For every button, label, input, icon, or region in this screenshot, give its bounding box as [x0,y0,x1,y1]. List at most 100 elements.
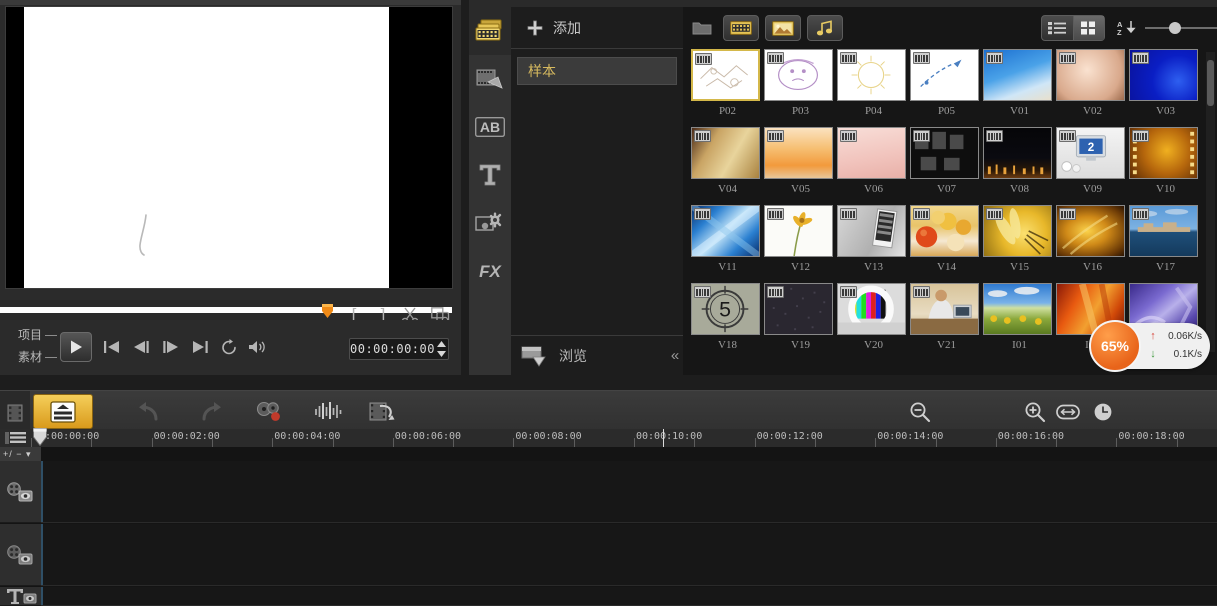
media-item-v11[interactable]: V11 [691,205,764,283]
timeline-playhead[interactable] [33,428,47,446]
media-item-v13[interactable]: V13 [837,205,910,283]
sidebar-ab-icon[interactable]: AB [469,103,511,151]
media-item-v04[interactable]: V04 [691,127,764,205]
media-item-v15[interactable]: V15 [983,205,1056,283]
track-add-remove-bar[interactable]: +/ − ▾ [0,447,41,461]
media-thumbnail [764,127,833,179]
title-track-1-lane[interactable] [41,587,1217,606]
svg-text:AB: AB [480,119,500,135]
show-duration-button[interactable] [1088,397,1118,427]
play-button[interactable] [60,332,92,362]
media-item-p04[interactable]: P04 [837,49,910,127]
preview-timecode-field[interactable]: 00:00:00:00 [349,338,449,360]
media-item-v06[interactable]: V06 [837,127,910,205]
sidebar-fx-icon[interactable]: FX [469,247,511,295]
video-track-2-header[interactable] [0,524,41,586]
audio-filter-icon[interactable] [807,15,843,41]
slider-knob[interactable] [1169,22,1181,34]
preview-stage[interactable] [5,6,453,289]
media-item-v01[interactable]: V01 [983,49,1056,127]
media-item-p05[interactable]: P05 [910,49,983,127]
timecode-stepper[interactable] [435,339,448,359]
media-item-v08[interactable]: V08 [983,127,1056,205]
media-item-v21[interactable]: V21 [910,283,983,361]
audio-mixer-button[interactable] [314,397,344,427]
sort-button[interactable]: A Z [1113,15,1139,41]
home-button[interactable] [100,337,124,357]
media-item-p03[interactable]: P03 [764,49,837,127]
image-filter-icon[interactable] [765,15,801,41]
media-item-v17[interactable]: V17 [1129,205,1202,283]
end-button[interactable] [188,337,212,357]
fit-project-button[interactable] [1053,397,1083,427]
video-track-1-lane[interactable] [41,461,1217,523]
picture-icon [772,21,794,36]
network-speed-widget[interactable]: 65% ↑ 0.06K/s ↓ 0.1K/s [1092,323,1210,369]
scrub-playhead[interactable] [321,304,334,318]
media-item-v14[interactable]: V14 [910,205,983,283]
media-item-v09[interactable]: 2V09 [1056,127,1129,205]
ruler-tick-mark [152,438,153,447]
repeat-button[interactable] [217,337,241,357]
batch-convert-button[interactable] [369,397,399,427]
media-item-v20[interactable]: V20 [837,283,910,361]
view-list-button[interactable] [1042,16,1073,40]
ruler-tick-mark [875,438,876,447]
sidebar-media-icon[interactable] [469,7,511,55]
mode-project-label: 项目 [18,328,42,342]
record-capture-button[interactable] [255,397,285,427]
zoom-out-button[interactable] [905,397,935,427]
media-item-v19[interactable]: V19 [764,283,837,361]
media-thumbnail [691,49,760,101]
sidebar-transition-icon[interactable] [469,55,511,103]
media-item-v07[interactable]: V07 [910,127,983,205]
video-filter-icon[interactable] [723,15,759,41]
folder-filter-icon[interactable] [687,15,717,41]
ruler-tick-label: 00:00:12:00 [757,431,823,442]
thumbnail-size-slider[interactable] [1145,21,1217,35]
track-manager-button[interactable] [0,429,31,447]
media-item-v18[interactable]: 5V18 [691,283,764,361]
media-item-label: V17 [1129,261,1202,273]
media-thumbnail [983,205,1052,257]
library-drag-strip[interactable] [469,0,1217,7]
volume-button[interactable] [246,337,270,357]
library-scrollbar[interactable] [1206,52,1215,352]
video-track-2-lane[interactable] [41,524,1217,586]
video-track-1-header[interactable] [0,461,41,523]
media-item-i01[interactable]: I01 [983,283,1056,361]
browse-row[interactable]: 浏览 [511,335,683,375]
timeline-corner-icon[interactable] [0,391,30,434]
media-item-p02[interactable]: P02 [691,49,764,127]
media-item-label: V11 [691,261,764,273]
folder-item-sample[interactable]: 样本 [517,57,677,85]
media-item-v10[interactable]: V10 [1129,127,1202,205]
sidebar-title-icon[interactable] [469,151,511,199]
title-track-1-header[interactable] [0,587,41,606]
sidebar-graphic-icon[interactable] [469,199,511,247]
media-item-v03[interactable]: V03 [1129,49,1202,127]
media-item-v16[interactable]: V16 [1056,205,1129,283]
media-item-v02[interactable]: V02 [1056,49,1129,127]
video-type-badge [1132,52,1149,64]
graphic-icon [475,211,505,235]
lane-start-marker [41,461,43,522]
redo-button[interactable] [196,397,226,427]
media-item-v05[interactable]: V05 [764,127,837,205]
undo-button[interactable] [134,397,164,427]
zoom-out-icon [909,401,931,423]
add-media-row[interactable]: 添加 [511,7,683,49]
previous-frame-button[interactable] [129,337,153,357]
zoom-in-button[interactable] [1020,397,1050,427]
step-forward-icon [162,340,180,354]
media-thumbnail [910,283,979,335]
timeline-ruler[interactable]: 00:00:00:0000:00:02:0000:00:04:0000:00:0… [31,429,1217,447]
media-item-label: V01 [983,105,1056,117]
step-back-icon [132,340,150,354]
storyboard-view-button[interactable] [33,394,93,429]
scrollbar-thumb[interactable] [1207,60,1214,106]
next-frame-button[interactable] [159,337,183,357]
preview-video-surface[interactable] [24,7,389,288]
media-item-v12[interactable]: V12 [764,205,837,283]
view-grid-button[interactable] [1073,16,1104,40]
